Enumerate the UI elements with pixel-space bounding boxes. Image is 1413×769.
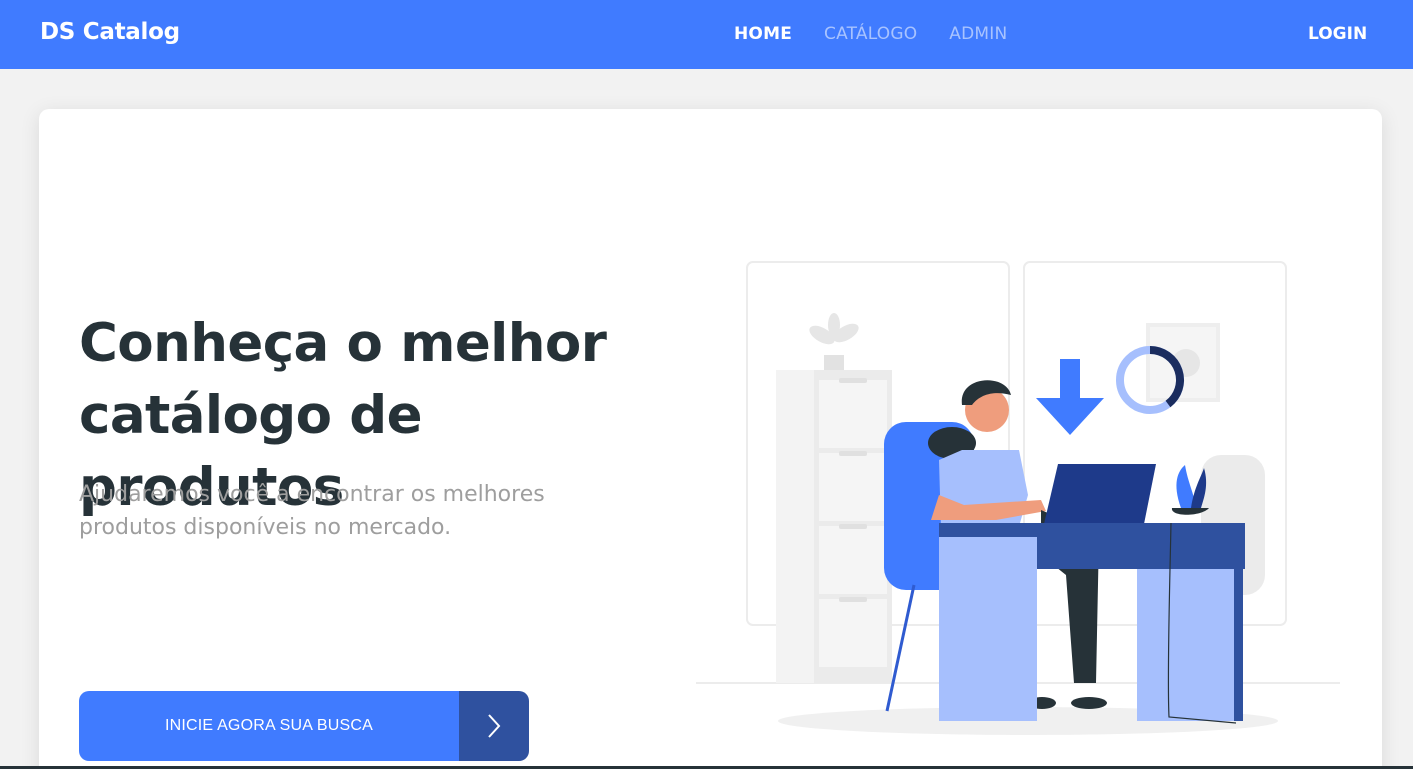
hero-illustration [696, 261, 1340, 735]
hero-subtitle-line-1: Ajudaremos você a encontrar os melhores [79, 482, 545, 507]
start-search-button[interactable]: INICIE AGORA SUA BUSCA [79, 691, 529, 761]
nav-link-admin[interactable]: ADMIN [949, 24, 1007, 44]
navbar: DS Catalog HOME CATÁLOGO ADMIN LOGIN [0, 0, 1413, 69]
hero-subtitle: Ajudaremos você a encontrar os melhores … [79, 478, 579, 544]
brand-logo[interactable]: DS Catalog [40, 19, 180, 45]
hero-subtitle-line-2: produtos disponíveis no mercado. [79, 515, 452, 540]
chevron-right-icon [459, 691, 529, 761]
hero-title-line-1: Conheça o melhor [79, 313, 607, 374]
nav-links: HOME CATÁLOGO ADMIN [734, 24, 1007, 44]
nav-link-catalogo[interactable]: CATÁLOGO [824, 24, 917, 44]
login-link[interactable]: LOGIN [1308, 24, 1367, 44]
nav-link-home[interactable]: HOME [734, 24, 792, 44]
start-search-button-label: INICIE AGORA SUA BUSCA [79, 691, 459, 761]
